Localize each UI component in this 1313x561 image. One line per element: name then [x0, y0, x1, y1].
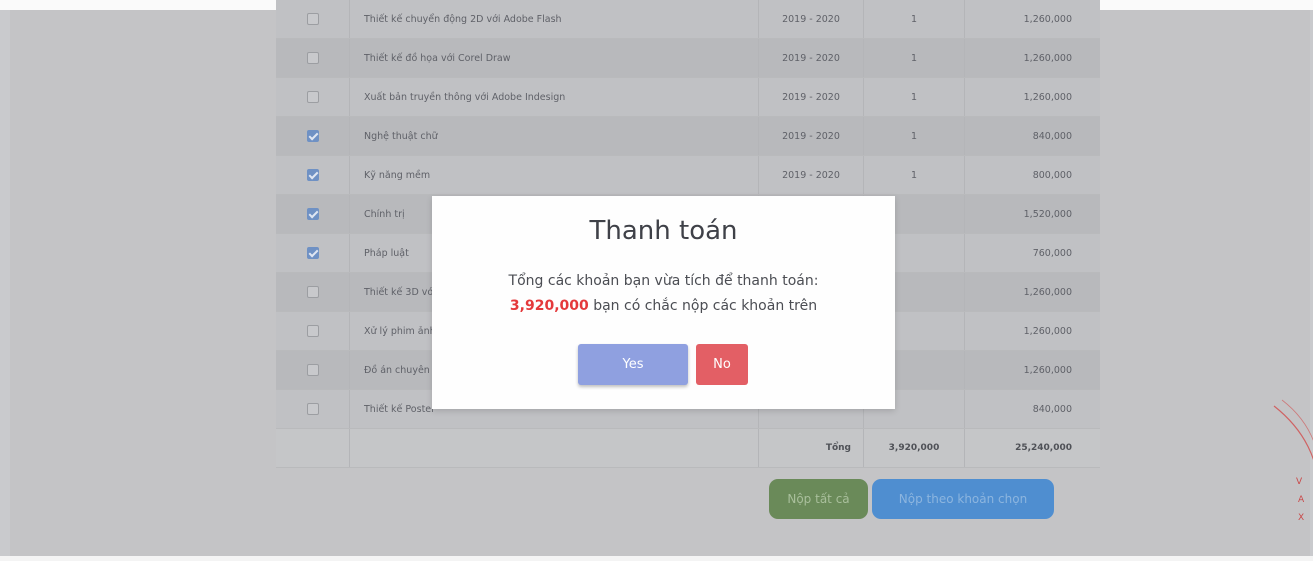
- fee-amount: 1,260,000: [964, 0, 1100, 39]
- total-row: Tổng 3,920,000 25,240,000: [276, 428, 1100, 468]
- bottom-scan-margin: [0, 556, 1313, 561]
- row-checkbox-cell: [276, 311, 350, 351]
- fee-year: 2019 - 2020: [758, 77, 864, 117]
- fee-row: Xuất bản truyền thông với Adobe Indesign…: [276, 77, 1100, 117]
- checkbox-unchecked[interactable]: [306, 91, 319, 103]
- checkbox-unchecked[interactable]: [306, 364, 319, 376]
- total-empty-cell: [276, 428, 350, 468]
- svg-text:X: X: [1298, 513, 1304, 523]
- fee-name: Xuất bản truyền thông với Adobe Indesign: [349, 77, 759, 117]
- red-stamp-seal: V A X: [1273, 399, 1313, 561]
- no-button[interactable]: No: [696, 344, 748, 385]
- checkbox-unchecked[interactable]: [306, 52, 319, 64]
- svg-text:V: V: [1296, 477, 1303, 487]
- row-checkbox-cell: [276, 155, 350, 195]
- payment-confirm-dialog: Thanh toán Tổng các khoản bạn vừa tích đ…: [432, 196, 895, 409]
- dialog-message-line: Tổng các khoản bạn vừa tích để thanh toá…: [508, 273, 819, 289]
- dialog-confirm-text: bạn có chắc nộp các khoản trên: [593, 298, 818, 314]
- fee-row: Nghệ thuật chữ 2019 - 2020 1 840,000: [276, 116, 1100, 156]
- checkbox-checked[interactable]: [306, 208, 319, 220]
- fee-amount: 1,260,000: [964, 272, 1100, 312]
- fee-name: Nghệ thuật chữ: [349, 116, 759, 156]
- fee-qty: 1: [863, 116, 965, 156]
- checkbox-checked[interactable]: [306, 169, 319, 181]
- pay-selected-button[interactable]: Nộp theo khoản chọn: [872, 479, 1054, 519]
- row-checkbox-cell: [276, 350, 350, 390]
- checkbox-checked[interactable]: [306, 130, 319, 142]
- dialog-title: Thanh toán: [589, 216, 738, 246]
- fee-name: Kỹ năng mềm: [349, 155, 759, 195]
- dialog-amount-line: 3,920,000 bạn có chắc nộp các khoản trên: [432, 294, 895, 319]
- fee-amount: 1,260,000: [964, 350, 1100, 390]
- fee-name: Thiết kế chuyển động 2D với Adobe Flash: [349, 0, 759, 39]
- checkbox-unchecked[interactable]: [306, 325, 319, 337]
- row-checkbox-cell: [276, 272, 350, 312]
- fee-year: 2019 - 2020: [758, 0, 864, 39]
- fee-year: 2019 - 2020: [758, 38, 864, 78]
- fee-amount: 1,260,000: [964, 38, 1100, 78]
- total-selected-amount: 3,920,000: [863, 428, 965, 468]
- fee-year: 2019 - 2020: [758, 116, 864, 156]
- row-checkbox-cell: [276, 389, 350, 429]
- checkbox-checked[interactable]: [306, 247, 319, 259]
- fee-qty: 1: [863, 155, 965, 195]
- row-checkbox-cell: [276, 116, 350, 156]
- fee-row: Kỹ năng mềm 2019 - 2020 1 800,000: [276, 155, 1100, 195]
- pay-all-button[interactable]: Nộp tất cả: [769, 479, 868, 519]
- row-checkbox-cell: [276, 38, 350, 78]
- total-all-amount: 25,240,000: [964, 428, 1100, 468]
- yes-button[interactable]: Yes: [578, 344, 688, 385]
- dialog-message: Tổng các khoản bạn vừa tích để thanh toá…: [432, 269, 895, 319]
- checkbox-unchecked[interactable]: [306, 286, 319, 298]
- fee-qty: 1: [863, 0, 965, 39]
- fee-name: Thiết kế đồ họa với Corel Draw: [349, 38, 759, 78]
- fee-amount: 800,000: [964, 155, 1100, 195]
- fee-amount: 760,000: [964, 233, 1100, 273]
- dialog-amount: 3,920,000: [509, 298, 589, 314]
- checkbox-unchecked[interactable]: [306, 13, 319, 25]
- fee-amount: 840,000: [964, 389, 1100, 429]
- total-spacer-cell: [349, 428, 759, 468]
- fee-qty: 1: [863, 38, 965, 78]
- total-label: Tổng: [758, 428, 864, 468]
- row-checkbox-cell: [276, 194, 350, 234]
- row-checkbox-cell: [276, 0, 350, 39]
- fee-qty: 1: [863, 77, 965, 117]
- fee-year: 2019 - 2020: [758, 155, 864, 195]
- fee-row: Thiết kế chuyển động 2D với Adobe Flash 2…: [276, 0, 1100, 39]
- fee-row: Thiết kế đồ họa với Corel Draw 2019 - 202…: [276, 38, 1100, 78]
- svg-text:A: A: [1298, 495, 1305, 505]
- fee-amount: 1,260,000: [964, 311, 1100, 351]
- checkbox-unchecked[interactable]: [306, 403, 319, 415]
- row-checkbox-cell: [276, 77, 350, 117]
- row-checkbox-cell: [276, 233, 350, 273]
- fee-amount: 840,000: [964, 116, 1100, 156]
- fee-amount: 1,260,000: [964, 77, 1100, 117]
- fee-amount: 1,520,000: [964, 194, 1100, 234]
